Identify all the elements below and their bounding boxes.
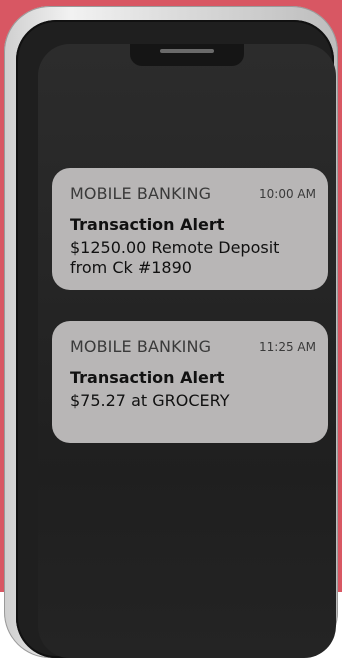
phone-screen: MOBILE BANKING 10:00 AM Transaction Aler… bbox=[38, 44, 336, 658]
notification-card[interactable]: MOBILE BANKING 10:00 AM Transaction Aler… bbox=[52, 168, 328, 290]
notification-app-name: MOBILE BANKING bbox=[70, 184, 212, 203]
notification-message: $75.27 at GROCERY bbox=[70, 391, 230, 410]
phone-frame: MOBILE BANKING 10:00 AM Transaction Aler… bbox=[4, 6, 338, 658]
phone-notch bbox=[130, 44, 244, 66]
phone-body: MOBILE BANKING 10:00 AM Transaction Aler… bbox=[16, 20, 336, 658]
notification-app-name: MOBILE BANKING bbox=[70, 337, 212, 356]
speaker-grille bbox=[160, 49, 214, 53]
notification-message: $1250.00 Remote Deposit from Ck #1890 bbox=[70, 238, 280, 277]
notification-time: 10:00 AM bbox=[259, 187, 316, 201]
notification-time: 11:25 AM bbox=[259, 340, 316, 354]
notification-title: Transaction Alert bbox=[70, 215, 225, 234]
notification-title: Transaction Alert bbox=[70, 368, 225, 387]
notification-card[interactable]: MOBILE BANKING 11:25 AM Transaction Aler… bbox=[52, 321, 328, 443]
